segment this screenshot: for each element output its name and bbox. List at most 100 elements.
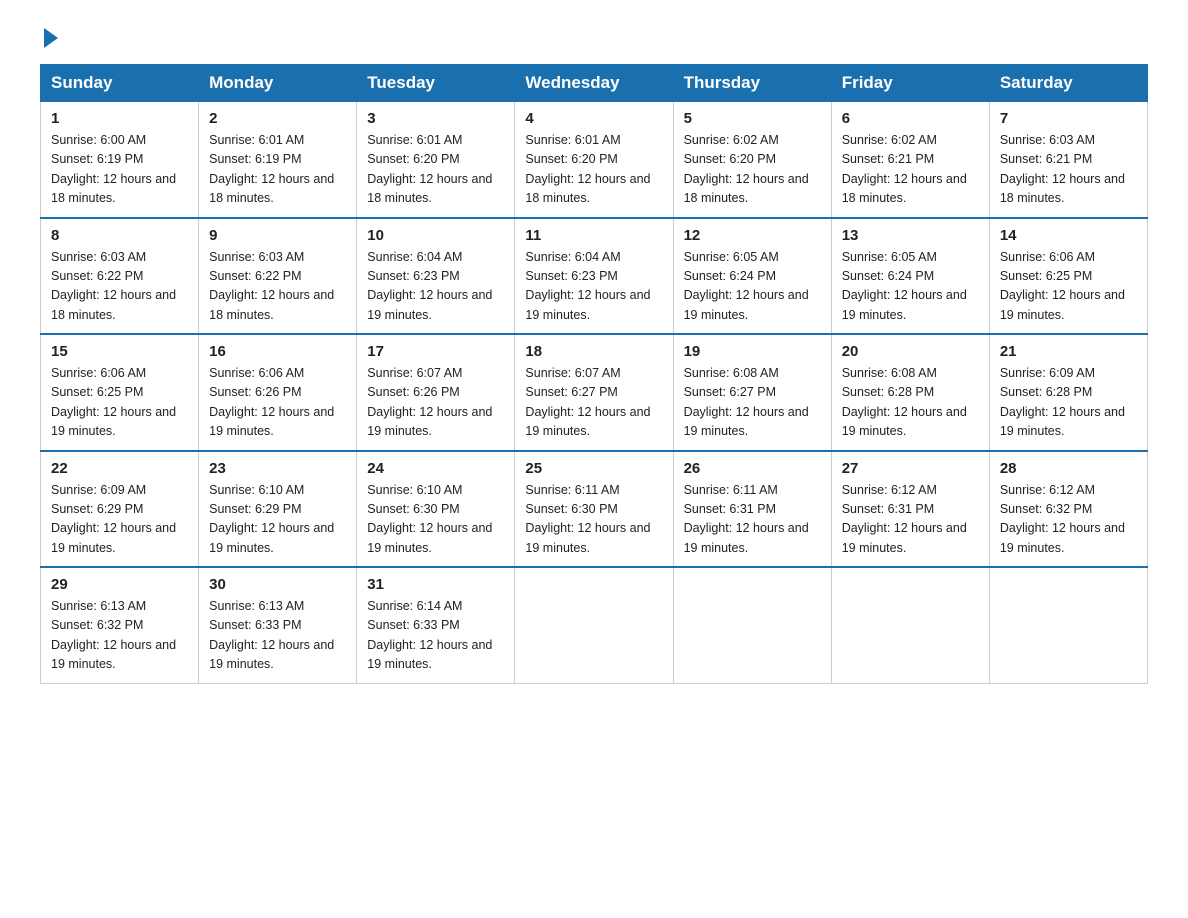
logo (40, 30, 58, 44)
page-header (40, 30, 1148, 44)
weekday-header-friday: Friday (831, 65, 989, 102)
day-info: Sunrise: 6:01 AM Sunset: 6:19 PM Dayligh… (209, 131, 346, 209)
day-number: 20 (842, 343, 979, 360)
day-number: 17 (367, 343, 504, 360)
day-info: Sunrise: 6:03 AM Sunset: 6:22 PM Dayligh… (209, 248, 346, 326)
day-number: 28 (1000, 460, 1137, 477)
day-info: Sunrise: 6:12 AM Sunset: 6:31 PM Dayligh… (842, 481, 979, 559)
day-number: 30 (209, 576, 346, 593)
day-info: Sunrise: 6:05 AM Sunset: 6:24 PM Dayligh… (684, 248, 821, 326)
day-info: Sunrise: 6:07 AM Sunset: 6:26 PM Dayligh… (367, 364, 504, 442)
day-number: 1 (51, 110, 188, 127)
day-number: 6 (842, 110, 979, 127)
calendar-cell (989, 567, 1147, 683)
logo-arrow-icon (44, 28, 58, 48)
day-number: 25 (525, 460, 662, 477)
day-number: 27 (842, 460, 979, 477)
day-info: Sunrise: 6:06 AM Sunset: 6:25 PM Dayligh… (51, 364, 188, 442)
day-info: Sunrise: 6:04 AM Sunset: 6:23 PM Dayligh… (525, 248, 662, 326)
day-info: Sunrise: 6:09 AM Sunset: 6:28 PM Dayligh… (1000, 364, 1137, 442)
calendar-cell: 4 Sunrise: 6:01 AM Sunset: 6:20 PM Dayli… (515, 102, 673, 218)
day-number: 5 (684, 110, 821, 127)
calendar-cell: 28 Sunrise: 6:12 AM Sunset: 6:32 PM Dayl… (989, 451, 1147, 568)
day-info: Sunrise: 6:13 AM Sunset: 6:32 PM Dayligh… (51, 597, 188, 675)
calendar-cell: 15 Sunrise: 6:06 AM Sunset: 6:25 PM Dayl… (41, 334, 199, 451)
day-info: Sunrise: 6:11 AM Sunset: 6:30 PM Dayligh… (525, 481, 662, 559)
calendar-week-row: 15 Sunrise: 6:06 AM Sunset: 6:25 PM Dayl… (41, 334, 1148, 451)
weekday-header-tuesday: Tuesday (357, 65, 515, 102)
calendar-cell: 24 Sunrise: 6:10 AM Sunset: 6:30 PM Dayl… (357, 451, 515, 568)
day-number: 11 (525, 227, 662, 244)
day-info: Sunrise: 6:13 AM Sunset: 6:33 PM Dayligh… (209, 597, 346, 675)
weekday-header-saturday: Saturday (989, 65, 1147, 102)
day-number: 21 (1000, 343, 1137, 360)
calendar-cell: 17 Sunrise: 6:07 AM Sunset: 6:26 PM Dayl… (357, 334, 515, 451)
day-info: Sunrise: 6:03 AM Sunset: 6:21 PM Dayligh… (1000, 131, 1137, 209)
day-info: Sunrise: 6:10 AM Sunset: 6:30 PM Dayligh… (367, 481, 504, 559)
day-info: Sunrise: 6:07 AM Sunset: 6:27 PM Dayligh… (525, 364, 662, 442)
day-info: Sunrise: 6:04 AM Sunset: 6:23 PM Dayligh… (367, 248, 504, 326)
day-number: 15 (51, 343, 188, 360)
calendar-cell: 14 Sunrise: 6:06 AM Sunset: 6:25 PM Dayl… (989, 218, 1147, 335)
calendar-week-row: 1 Sunrise: 6:00 AM Sunset: 6:19 PM Dayli… (41, 102, 1148, 218)
calendar-week-row: 29 Sunrise: 6:13 AM Sunset: 6:32 PM Dayl… (41, 567, 1148, 683)
calendar-cell (831, 567, 989, 683)
calendar-cell: 23 Sunrise: 6:10 AM Sunset: 6:29 PM Dayl… (199, 451, 357, 568)
day-number: 4 (525, 110, 662, 127)
calendar-cell: 19 Sunrise: 6:08 AM Sunset: 6:27 PM Dayl… (673, 334, 831, 451)
day-info: Sunrise: 6:05 AM Sunset: 6:24 PM Dayligh… (842, 248, 979, 326)
day-number: 18 (525, 343, 662, 360)
calendar-cell: 20 Sunrise: 6:08 AM Sunset: 6:28 PM Dayl… (831, 334, 989, 451)
weekday-header-row: SundayMondayTuesdayWednesdayThursdayFrid… (41, 65, 1148, 102)
calendar-week-row: 8 Sunrise: 6:03 AM Sunset: 6:22 PM Dayli… (41, 218, 1148, 335)
day-info: Sunrise: 6:10 AM Sunset: 6:29 PM Dayligh… (209, 481, 346, 559)
day-info: Sunrise: 6:00 AM Sunset: 6:19 PM Dayligh… (51, 131, 188, 209)
day-info: Sunrise: 6:06 AM Sunset: 6:25 PM Dayligh… (1000, 248, 1137, 326)
day-number: 29 (51, 576, 188, 593)
day-number: 2 (209, 110, 346, 127)
calendar-table: SundayMondayTuesdayWednesdayThursdayFrid… (40, 64, 1148, 684)
calendar-cell: 5 Sunrise: 6:02 AM Sunset: 6:20 PM Dayli… (673, 102, 831, 218)
day-info: Sunrise: 6:02 AM Sunset: 6:21 PM Dayligh… (842, 131, 979, 209)
weekday-header-wednesday: Wednesday (515, 65, 673, 102)
calendar-cell: 10 Sunrise: 6:04 AM Sunset: 6:23 PM Dayl… (357, 218, 515, 335)
day-info: Sunrise: 6:08 AM Sunset: 6:28 PM Dayligh… (842, 364, 979, 442)
day-number: 12 (684, 227, 821, 244)
day-info: Sunrise: 6:14 AM Sunset: 6:33 PM Dayligh… (367, 597, 504, 675)
day-number: 19 (684, 343, 821, 360)
calendar-cell: 11 Sunrise: 6:04 AM Sunset: 6:23 PM Dayl… (515, 218, 673, 335)
day-info: Sunrise: 6:02 AM Sunset: 6:20 PM Dayligh… (684, 131, 821, 209)
day-number: 3 (367, 110, 504, 127)
calendar-cell: 6 Sunrise: 6:02 AM Sunset: 6:21 PM Dayli… (831, 102, 989, 218)
day-info: Sunrise: 6:08 AM Sunset: 6:27 PM Dayligh… (684, 364, 821, 442)
day-number: 23 (209, 460, 346, 477)
calendar-cell: 30 Sunrise: 6:13 AM Sunset: 6:33 PM Dayl… (199, 567, 357, 683)
weekday-header-sunday: Sunday (41, 65, 199, 102)
calendar-cell: 29 Sunrise: 6:13 AM Sunset: 6:32 PM Dayl… (41, 567, 199, 683)
calendar-cell: 27 Sunrise: 6:12 AM Sunset: 6:31 PM Dayl… (831, 451, 989, 568)
calendar-cell: 16 Sunrise: 6:06 AM Sunset: 6:26 PM Dayl… (199, 334, 357, 451)
calendar-cell: 12 Sunrise: 6:05 AM Sunset: 6:24 PM Dayl… (673, 218, 831, 335)
calendar-cell: 13 Sunrise: 6:05 AM Sunset: 6:24 PM Dayl… (831, 218, 989, 335)
calendar-cell: 26 Sunrise: 6:11 AM Sunset: 6:31 PM Dayl… (673, 451, 831, 568)
calendar-cell: 3 Sunrise: 6:01 AM Sunset: 6:20 PM Dayli… (357, 102, 515, 218)
day-info: Sunrise: 6:11 AM Sunset: 6:31 PM Dayligh… (684, 481, 821, 559)
day-number: 8 (51, 227, 188, 244)
calendar-cell (515, 567, 673, 683)
weekday-header-monday: Monday (199, 65, 357, 102)
day-info: Sunrise: 6:12 AM Sunset: 6:32 PM Dayligh… (1000, 481, 1137, 559)
calendar-week-row: 22 Sunrise: 6:09 AM Sunset: 6:29 PM Dayl… (41, 451, 1148, 568)
day-number: 24 (367, 460, 504, 477)
calendar-cell: 21 Sunrise: 6:09 AM Sunset: 6:28 PM Dayl… (989, 334, 1147, 451)
day-number: 16 (209, 343, 346, 360)
day-info: Sunrise: 6:01 AM Sunset: 6:20 PM Dayligh… (525, 131, 662, 209)
calendar-cell: 31 Sunrise: 6:14 AM Sunset: 6:33 PM Dayl… (357, 567, 515, 683)
day-number: 26 (684, 460, 821, 477)
day-info: Sunrise: 6:06 AM Sunset: 6:26 PM Dayligh… (209, 364, 346, 442)
day-info: Sunrise: 6:01 AM Sunset: 6:20 PM Dayligh… (367, 131, 504, 209)
calendar-cell: 1 Sunrise: 6:00 AM Sunset: 6:19 PM Dayli… (41, 102, 199, 218)
calendar-cell (673, 567, 831, 683)
weekday-header-thursday: Thursday (673, 65, 831, 102)
day-info: Sunrise: 6:09 AM Sunset: 6:29 PM Dayligh… (51, 481, 188, 559)
calendar-cell: 25 Sunrise: 6:11 AM Sunset: 6:30 PM Dayl… (515, 451, 673, 568)
